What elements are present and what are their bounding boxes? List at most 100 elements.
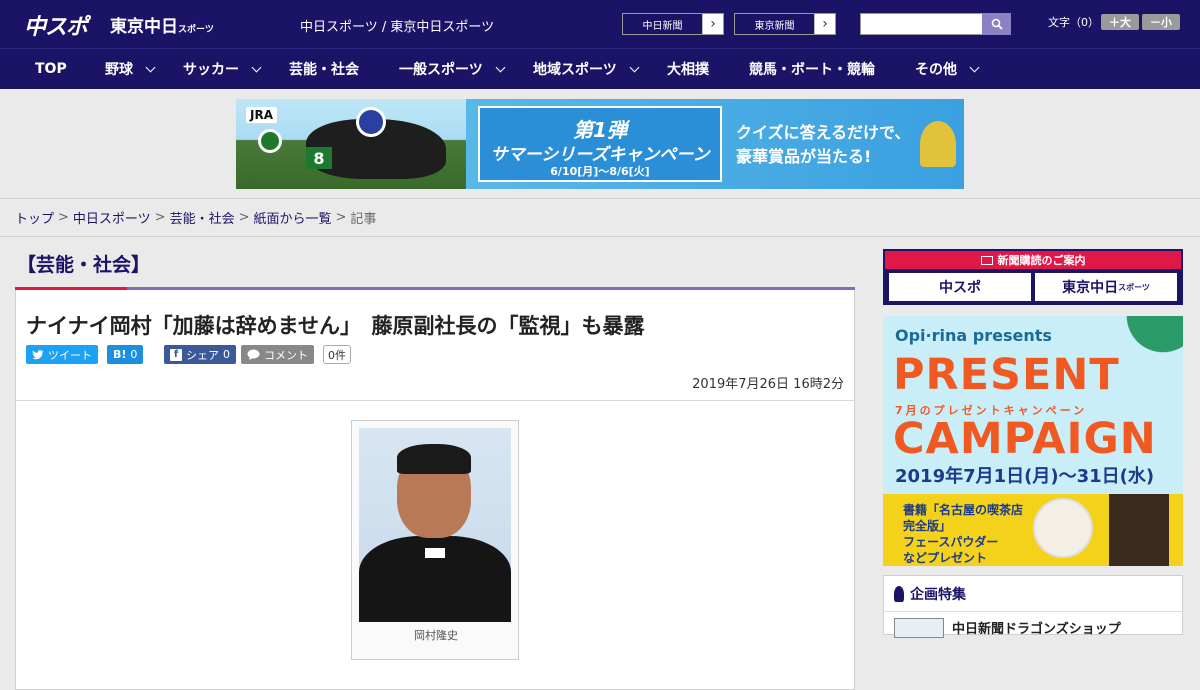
nav-local-sports-label: 地域スポーツ [533, 62, 617, 78]
comment-button[interactable]: コメント [241, 345, 314, 364]
chevron-down-icon [145, 62, 156, 72]
tweet-button[interactable]: ツイート [26, 345, 98, 364]
quiz-line-1: クイズに答えるだけで、 [736, 123, 911, 142]
tokyo-chunichi-logo[interactable]: 東京中日スポーツ [110, 12, 214, 37]
promo-brand: Opi·rina presents [895, 326, 1052, 345]
pin-icon [894, 585, 904, 602]
top-bar: 中スポ 東京中日スポーツ 中日スポーツ / 東京中日スポーツ 中日新聞 › 東京… [0, 0, 1200, 48]
facebook-label: シェア [186, 348, 219, 362]
chunichi-shimbun-label: 中日新聞 [623, 14, 703, 34]
feature-section: 企画特集 中日新聞ドラゴンズショップ [883, 575, 1183, 638]
chevron-down-icon [969, 62, 980, 72]
nav-general-sports-label: 一般スポーツ [399, 62, 483, 78]
chunichi-shimbun-link[interactable]: 中日新聞 › [622, 13, 724, 35]
tweet-label: ツイート [48, 348, 92, 362]
hatena-icon: B! [113, 348, 127, 361]
nav-racing-label: 競馬・ボート・競輪 [749, 62, 875, 78]
nav-soccer[interactable]: サッカー [183, 49, 262, 90]
promo-campaign: CAMPAIGN [893, 414, 1157, 464]
nav-entertainment[interactable]: 芸能・社会 [289, 49, 359, 90]
subscribe-box: 新聞購読のご案内 中スポ 東京中日 スポーツ [883, 249, 1183, 305]
chevron-right-icon: › [822, 16, 828, 32]
breadcrumb-entertainment[interactable]: 芸能・社会 [170, 208, 235, 227]
nav-general-sports[interactable]: 一般スポーツ [399, 49, 506, 90]
nav-baseball-label: 野球 [105, 62, 133, 78]
facebook-icon: f [170, 348, 182, 361]
search-button[interactable] [982, 13, 1011, 35]
nav-racing[interactable]: 競馬・ボート・競輪 [749, 49, 875, 90]
trophy-icon [920, 121, 956, 167]
promo-desc-line-2: 完全版」 [903, 519, 952, 533]
chevron-down-icon [251, 62, 262, 72]
nav-baseball[interactable]: 野球 [105, 49, 156, 90]
article-divider [16, 400, 854, 401]
racehorse-image: 8 JRA [236, 99, 466, 189]
facebook-share-button[interactable]: f シェア 0 [164, 345, 236, 364]
font-smaller-button[interactable]: －小 [1142, 14, 1180, 30]
feature-thumbnail [894, 618, 944, 638]
nav-top[interactable]: TOP [35, 49, 67, 90]
campaign-dates: 6/10[月]～8/6[火] [550, 165, 650, 178]
photo-hair [397, 444, 471, 474]
tokyo-shimbun-link[interactable]: 東京新聞 › [734, 13, 836, 35]
comment-count: 0件 [323, 345, 351, 364]
newspaper-icon [980, 255, 993, 265]
feature-item-label: 中日新聞ドラゴンズショップ [952, 622, 1121, 637]
face-powder-image [1033, 498, 1093, 558]
site-links[interactable]: 中日スポーツ / 東京中日スポーツ [300, 16, 494, 35]
nav-other[interactable]: その他 [915, 49, 980, 90]
book-image [1109, 494, 1169, 566]
nav-other-label: その他 [915, 62, 957, 78]
tokyo-chunichi-logo-small: スポーツ [178, 25, 214, 35]
sidebar: 新聞購読のご案内 中スポ 東京中日 スポーツ Opi·rina presents … [883, 249, 1183, 638]
quiz-line-2: 豪華賞品が当たる! [736, 147, 872, 166]
present-campaign-ad[interactable]: Opi·rina presents PRESENT 7月のプレゼントキャンペーン… [883, 316, 1183, 566]
search-icon [991, 18, 1003, 30]
twitter-bird-icon [32, 349, 44, 359]
subscribe-tokyo-chunichi-button[interactable]: 東京中日 スポーツ [1035, 273, 1177, 301]
nav-sumo[interactable]: 大相撲 [667, 49, 709, 90]
breadcrumb-current: 記事 [350, 212, 377, 227]
feature-item[interactable]: 中日新聞ドラゴンズショップ [894, 618, 1121, 638]
breadcrumb-top[interactable]: トップ [15, 208, 54, 227]
quiz-text: クイズに答えるだけで、 豪華賞品が当たる! [736, 121, 910, 169]
nav-local-sports[interactable]: 地域スポーツ [533, 49, 640, 90]
tokyo-shimbun-label: 東京新聞 [735, 14, 815, 34]
article-photo[interactable]: 岡村隆史 [351, 420, 519, 660]
search-box [860, 13, 1011, 35]
category-title: 【芸能・社会】 [17, 253, 151, 276]
chevron-down-icon [629, 62, 640, 72]
main-nav: TOP 野球 サッカー 芸能・社会 一般スポーツ 地域スポーツ 大相撲 競馬・ボ… [0, 48, 1200, 89]
breadcrumb-chunichi-sports[interactable]: 中日スポーツ [73, 208, 151, 227]
photo-bowtie [425, 548, 445, 558]
hatena-count: 0 [130, 348, 138, 361]
font-larger-button[interactable]: ＋大 [1101, 14, 1139, 30]
feature-heading: 企画特集 [884, 576, 1182, 612]
facebook-count: 0 [223, 348, 230, 361]
promo-description: 書籍「名古屋の喫茶店 完全版」 フェースパウダー などプレゼント [903, 502, 1023, 566]
nav-top-label: TOP [35, 61, 67, 77]
breadcrumb-sep: > [58, 210, 69, 225]
campaign-name: サマーシリーズキャンペーン [490, 145, 710, 165]
subscribe-chuspo-button[interactable]: 中スポ [889, 273, 1031, 301]
ad-zone: 8 JRA 第1弾 サマーシリーズキャンペーン 6/10[月]～8/6[火] ク… [0, 89, 1200, 199]
chuspo-logo[interactable]: 中スポ [24, 9, 88, 41]
subscribe-heading-label: 新聞購読のご案内 [997, 254, 1086, 267]
breadcrumb-paper-list[interactable]: 紙面から一覧 [254, 208, 332, 227]
jra-ad-banner[interactable]: 8 JRA 第1弾 サマーシリーズキャンペーン 6/10[月]～8/6[火] ク… [236, 99, 964, 189]
hatena-bookmark-button[interactable]: B! 0 [107, 345, 144, 364]
jra-logo: JRA [246, 107, 277, 123]
font-size-label: 文字（0） [1048, 16, 1099, 29]
promo-desc-line-4: などプレゼント [903, 551, 988, 565]
article-headline: ナイナイ岡村「加藤は辞めません」 藤原副社長の「監視」も暴露 [26, 314, 645, 338]
breadcrumb-sep: > [154, 210, 166, 225]
promo-desc-line-3: フェースパウダー [903, 535, 999, 549]
main-content: 【芸能・社会】 ナイナイ岡村「加藤は辞めません」 藤原副社長の「監視」も暴露 ツ… [15, 239, 855, 690]
comment-label: コメント [264, 348, 308, 362]
promo-dates: 2019年7月1日(月)～31日(水) [895, 466, 1155, 487]
search-input[interactable] [860, 13, 982, 35]
photo-caption: 岡村隆史 [414, 629, 458, 642]
tokyo-chunichi-logo-text: 東京中日 [110, 17, 178, 37]
article-date: 2019年7月26日 16時2分 [692, 377, 844, 392]
jockey-shape [356, 107, 386, 137]
